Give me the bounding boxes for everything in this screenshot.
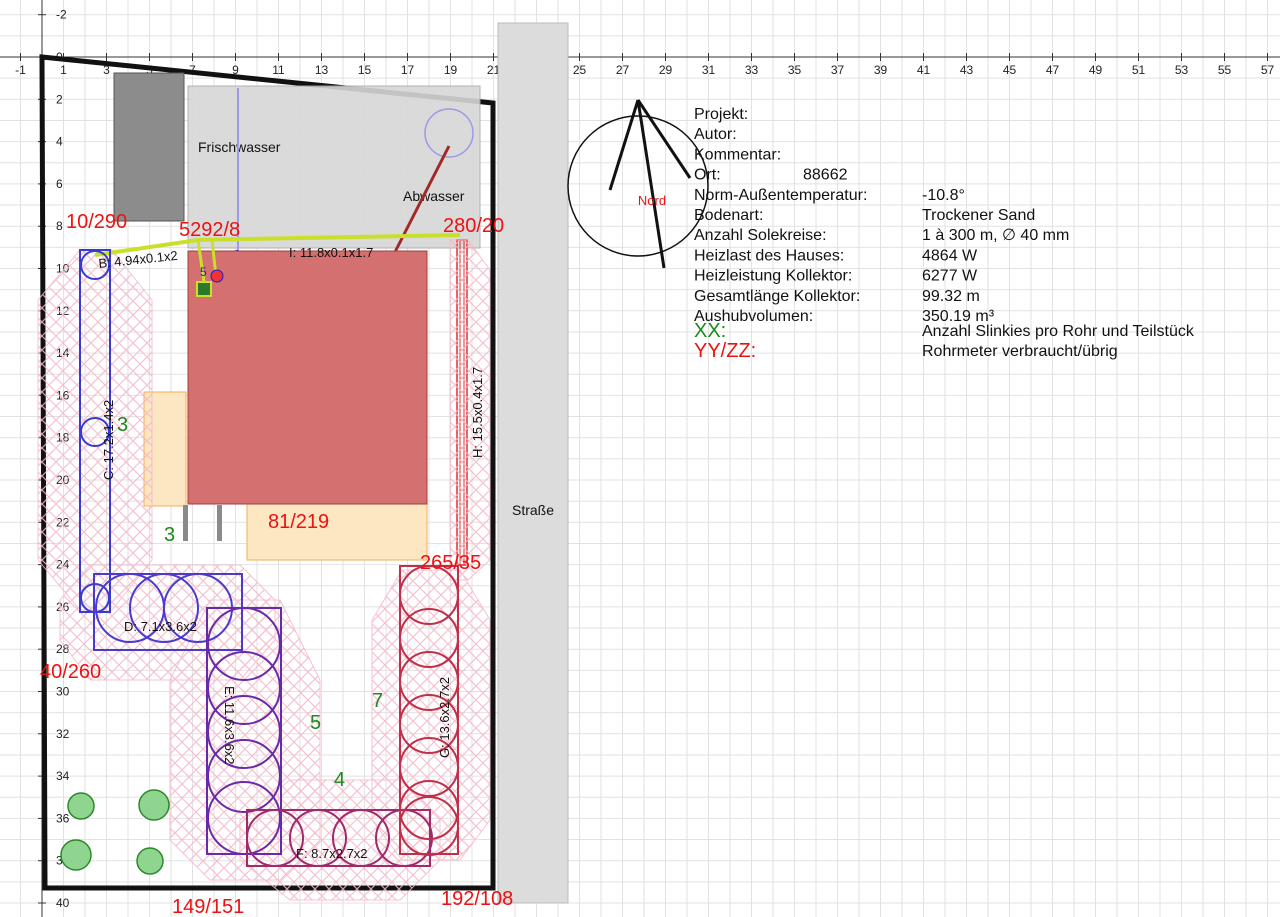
trees [60, 789, 170, 875]
x-tick-label: 53 [1175, 63, 1189, 77]
x-tick-label: 49 [1089, 63, 1103, 77]
info-label: Anzahl Solekreise: [694, 227, 827, 244]
manifold-square [196, 281, 212, 297]
legend-yyzz-text: Rohrmeter verbraucht/übrig [922, 343, 1118, 360]
collector-f-label: F: 8.7x2.7x2 [296, 846, 368, 861]
info-panel: Projekt: Autor: Kommentar: Ort: 88662 Norm-Au… [694, 106, 1069, 325]
info-value: Trockener Sand [922, 207, 1035, 224]
slinky-count: 3 [117, 414, 128, 436]
usage-label: 5292/8 [179, 219, 240, 241]
x-tick-label: 11 [272, 63, 285, 77]
usage-label: 265/35 [420, 552, 481, 574]
x-tick-label: 43 [960, 63, 974, 77]
x-tick-label: 17 [401, 63, 415, 77]
tree [60, 839, 92, 871]
wastewater-label: Abwasser [403, 188, 465, 204]
collector-e-label: E: 11.6x3.6x2 [222, 686, 237, 765]
downpipe-1 [183, 505, 188, 541]
info-label: Projekt: [694, 106, 748, 123]
x-tick-label: -1 [15, 63, 26, 77]
street-label: Straße [512, 502, 554, 518]
x-tick-label: 51 [1132, 63, 1146, 77]
y-tick-label: 4 [56, 135, 63, 149]
slinky-count: 4 [334, 769, 345, 791]
info-value: -10.8° [922, 187, 965, 204]
collector-i-label: I: 11.8x0.1x1.7 [289, 245, 373, 260]
usage-label: 40/260 [40, 661, 101, 683]
slinky-count: 5 [310, 712, 321, 734]
y-tick-label: 40 [56, 896, 70, 910]
y-tick-label: 32 [56, 727, 70, 741]
x-tick-label: 1 [60, 63, 67, 77]
x-tick-label: 19 [444, 63, 458, 77]
outbuilding [113, 72, 185, 222]
info-value: 88662 [803, 167, 848, 184]
x-tick-label: 33 [745, 63, 759, 77]
x-tick-label: 55 [1218, 63, 1232, 77]
slinky-count: 7 [372, 690, 383, 712]
info-label: Norm-Außentemperatur: [694, 187, 867, 204]
collector-c-label: C: 17.2x1.4x2 [101, 400, 116, 480]
usage-label: 81/219 [268, 511, 329, 533]
info-label: Ort: [694, 167, 721, 184]
x-tick-label: 35 [788, 63, 802, 77]
info-value: 99.32 m [922, 288, 980, 305]
info-value: 1 à 300 m, ∅ 40 mm [922, 227, 1069, 244]
slinky-count: 3 [164, 524, 175, 546]
y-tick-label: -2 [56, 8, 67, 22]
info-value: 4864 W [922, 247, 978, 264]
legend-xx-text: Anzahl Slinkies pro Rohr und Teilstück [922, 323, 1195, 340]
x-tick-label: 39 [874, 63, 888, 77]
x-tick-label: 41 [917, 63, 931, 77]
x-tick-label: 45 [1003, 63, 1017, 77]
x-tick-label: 37 [831, 63, 845, 77]
manifold-circle [210, 269, 224, 283]
manifold-b-mark: 5 [200, 265, 207, 279]
y-tick-label: 2 [56, 92, 63, 106]
y-tick-label: 8 [56, 219, 63, 233]
tree [136, 847, 164, 875]
tree [67, 792, 95, 820]
collector-d-label: D: 7.1x3.6x2 [124, 619, 197, 634]
info-label: Gesamtlänge Kollektor: [694, 288, 860, 305]
tree [138, 789, 170, 821]
y-tick-label: 6 [56, 177, 63, 191]
usage-label: 280/20 [443, 215, 504, 237]
info-label: Heizleistung Kollektor: [694, 268, 852, 285]
x-tick-label: 15 [358, 63, 372, 77]
collector-h-label: H: 15.5x0.4x1.7 [470, 367, 485, 458]
info-label: Kommentar: [694, 146, 781, 163]
legend-yyzz: YY/ZZ: [694, 340, 756, 362]
compass-north-label: Nord [638, 193, 666, 208]
freshwater-label: Frischwasser [198, 139, 281, 155]
x-tick-label: 25 [573, 63, 587, 77]
x-tick-label: 29 [659, 63, 673, 77]
info-label: Autor: [694, 126, 737, 143]
y-tick-label: 36 [56, 811, 70, 825]
x-tick-label: 13 [315, 63, 329, 77]
garden-plan: -113579111315171921232527293133353739414… [0, 0, 1280, 917]
x-tick-label: 31 [702, 63, 716, 77]
downpipe-2 [217, 505, 222, 541]
y-tick-label: 30 [56, 685, 70, 699]
legend-xx: XX: [694, 320, 726, 342]
usage-label: 149/151 [172, 896, 244, 917]
x-tick-label: 57 [1261, 63, 1275, 77]
info-label: Bodenart: [694, 207, 763, 224]
x-tick-label: 27 [616, 63, 630, 77]
house [187, 250, 428, 505]
usage-label: 192/108 [441, 888, 513, 910]
info-value: 6277 W [922, 268, 978, 285]
usage-label: 10/290 [66, 211, 127, 233]
collector-g-label: G: 13.6x2.7x2 [437, 677, 452, 758]
street [497, 22, 569, 904]
info-label: Heizlast des Hauses: [694, 247, 844, 264]
y-tick-label: 34 [56, 769, 70, 783]
x-tick-label: 47 [1046, 63, 1060, 77]
